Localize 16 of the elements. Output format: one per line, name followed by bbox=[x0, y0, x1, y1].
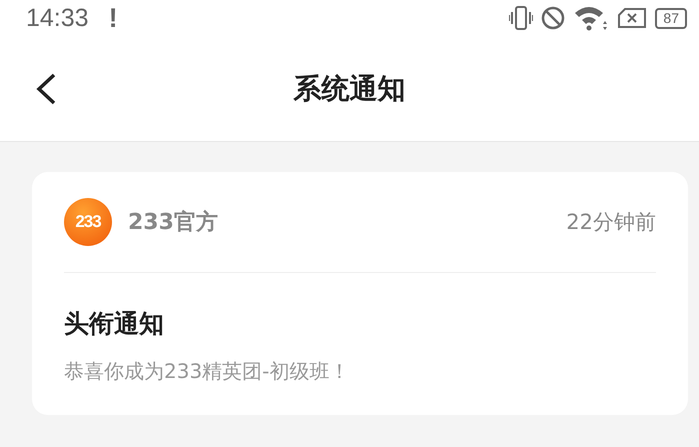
wifi-icon bbox=[573, 5, 610, 31]
vibrate-icon bbox=[509, 5, 534, 31]
sender-name: 233官方 bbox=[128, 208, 219, 237]
no-sim-icon bbox=[617, 7, 648, 29]
notice-title: 头衔通知 bbox=[64, 308, 165, 340]
sender-avatar: 233 bbox=[64, 198, 112, 246]
alert-icon: ! bbox=[108, 2, 118, 34]
back-button[interactable] bbox=[34, 72, 58, 106]
notice-body: 恭喜你成为233精英团-初级班！ bbox=[64, 358, 350, 385]
blocked-icon bbox=[541, 6, 566, 30]
page-title: 系统通知 bbox=[294, 70, 406, 106]
status-time: 14:33 bbox=[26, 4, 89, 32]
notice-card[interactable]: 233 233官方 22分钟前 头衔通知 恭喜你成为233精英团-初级班！ bbox=[32, 172, 688, 415]
battery-icon: 87 bbox=[655, 8, 687, 28]
notice-time: 22分钟前 bbox=[566, 209, 656, 236]
back-icon bbox=[34, 72, 58, 106]
